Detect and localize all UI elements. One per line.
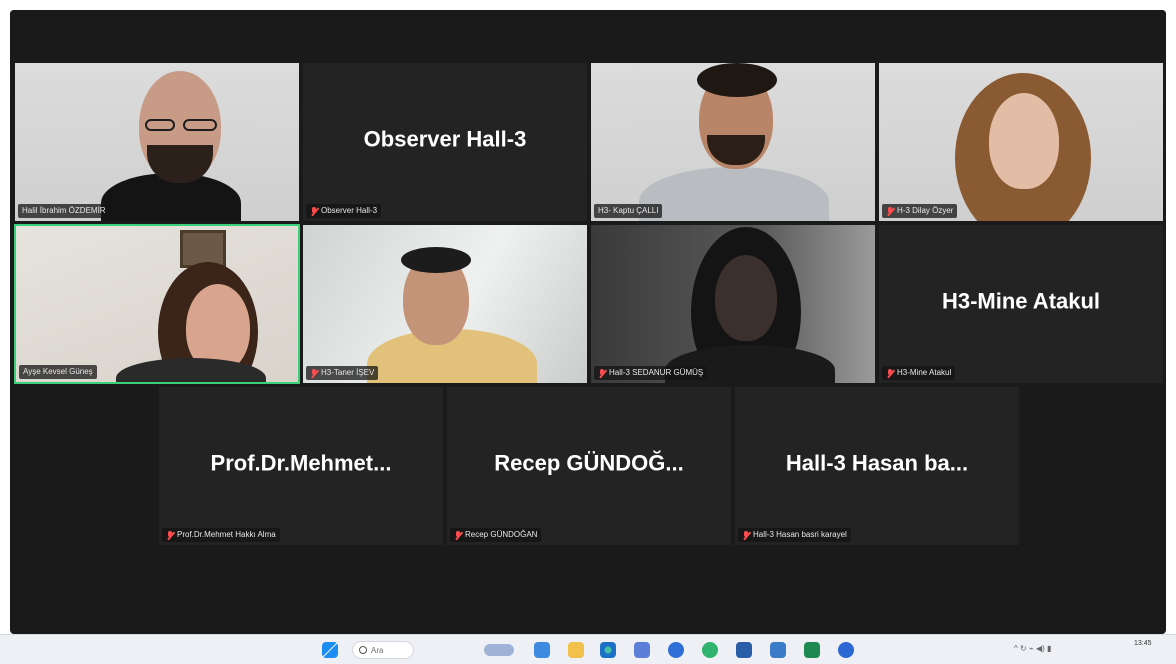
store-icon[interactable] [634,642,650,658]
start-windows-icon[interactable] [322,642,338,658]
task-view-icon[interactable] [534,642,550,658]
participant-label: Observer Hall-3 [306,204,382,218]
participant-display-name: Recep GÜNDOĞ... [494,450,684,476]
glasses [183,119,217,131]
participant-video [639,167,829,221]
video-tile-sedanur[interactable]: Hall-3 SEDANUR GÜMÜŞ [590,224,876,384]
participant-display-name: Observer Hall-3 [363,126,527,152]
participant-label: H3-Taner İŞEV [306,366,379,380]
video-tile-kaptu[interactable]: H3- Kaptu ÇALLI [590,62,876,222]
file-explorer-icon[interactable] [568,642,584,658]
mic-muted-icon [454,530,462,540]
participant-hair [401,247,471,273]
participant-label: Ayşe Kevsel Güneş [19,365,97,379]
meeting-top-bar [10,10,1166,60]
mic-muted-icon [310,368,318,378]
mic-muted-icon [742,530,750,540]
edge-browser-icon[interactable] [600,642,616,658]
participant-face [989,93,1059,189]
participant-label: H3-Mine Atakul [882,366,956,380]
video-tile-observer[interactable]: Observer Hall-3 Observer Hall-3 [302,62,588,222]
participant-face [715,255,777,341]
video-tile-dilay[interactable]: H-3 Dilay Özyer [878,62,1164,222]
search-placeholder: Ara [371,645,384,655]
mic-muted-icon [886,206,894,216]
video-tile-mine[interactable]: H3-Mine Atakul H3-Mine Atakul [878,224,1164,384]
mic-muted-icon [166,530,174,540]
video-tile-mehmet[interactable]: Prof.Dr.Mehmet... Prof.Dr.Mehmet Hakkı A… [158,386,444,546]
participant-label: Halil İbrahim ÖZDEMİR [18,204,110,218]
chrome-icon[interactable] [838,642,854,658]
mic-muted-icon [598,368,606,378]
participant-label: Hall-3 Hasan basri karayel [738,528,851,542]
participant-label: Hall-3 SEDANUR GÜMÜŞ [594,366,708,380]
app-icon[interactable] [668,642,684,658]
participant-hair [697,63,777,97]
video-tile-recep[interactable]: Recep GÜNDOĞ... Recep GÜNDOĞAN [446,386,732,546]
video-tile-taner[interactable]: H3-Taner İŞEV [302,224,588,384]
widgets-weather-icon[interactable] [484,644,514,656]
participant-display-name: Hall-3 Hasan ba... [785,450,969,476]
taskbar-clock[interactable]: 13:45 [1134,639,1152,649]
excel-icon[interactable] [804,642,820,658]
mic-muted-icon [310,206,318,216]
system-tray[interactable]: ^ ↻ ⌁ ◀) ▮ [1014,644,1051,653]
meeting-window: Halil İbrahim ÖZDEMİR Observer Hall-3 Ob… [10,10,1166,634]
participant-label: H3- Kaptu ÇALLI [594,204,663,218]
video-tile-ayse-active-speaker[interactable]: Ayşe Kevsel Güneş [14,224,300,384]
participant-display-name: H3-Mine Atakul [941,288,1101,314]
participant-label: H-3 Dilay Özyer [882,204,958,218]
video-tile-halil[interactable]: Halil İbrahim ÖZDEMİR [14,62,300,222]
taskbar-search-box[interactable]: Ara [352,641,414,659]
search-icon [359,646,367,654]
participant-label: Recep GÜNDOĞAN [450,528,542,542]
participant-display-name: Prof.Dr.Mehmet... [210,450,392,476]
zoom-icon[interactable] [736,642,752,658]
whatsapp-icon[interactable] [702,642,718,658]
windows-taskbar: Ara ^ ↻ ⌁ ◀) ▮ 13:45 [0,634,1176,664]
glasses [145,119,175,131]
word-icon[interactable] [770,642,786,658]
mic-muted-icon [886,368,894,378]
clock-time: 13:45 [1134,640,1152,647]
participant-label: Prof.Dr.Mehmet Hakkı Alma [162,528,280,542]
video-tile-hasan[interactable]: Hall-3 Hasan ba... Hall-3 Hasan basri ka… [734,386,1020,546]
